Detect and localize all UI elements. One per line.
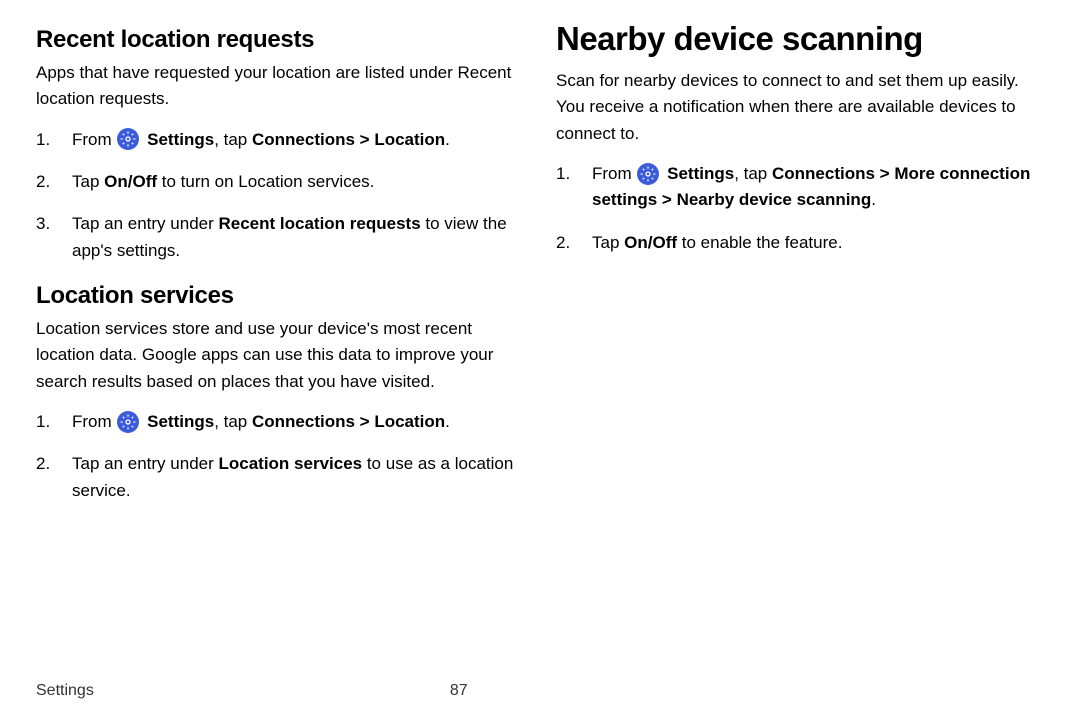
location-services-steps: From Settings, tap Connections > Locatio… <box>36 409 524 504</box>
step-text: From <box>72 130 116 149</box>
list-item: From Settings, tap Connections > Locatio… <box>36 409 524 435</box>
step-text: to turn on Location services. <box>157 172 374 191</box>
nearby-device-heading: Nearby device scanning <box>556 20 1044 58</box>
step-bold: Connections <box>772 164 875 183</box>
list-item: From Settings, tap Connections > More co… <box>556 161 1044 214</box>
list-item: Tap an entry under Recent location reque… <box>36 211 524 264</box>
step-text: , tap <box>734 164 772 183</box>
step-text: to enable the feature. <box>677 233 842 252</box>
footer-section-label: Settings <box>36 682 94 700</box>
step-bold: Connections <box>252 130 355 149</box>
settings-gear-icon <box>637 163 659 185</box>
step-text: Tap <box>72 172 104 191</box>
step-bold: Location <box>374 412 445 431</box>
nearby-device-steps: From Settings, tap Connections > More co… <box>556 161 1044 256</box>
settings-gear-icon <box>117 411 139 433</box>
step-text: , tap <box>214 130 252 149</box>
step-text: Tap an entry under <box>72 214 218 233</box>
list-item: Tap an entry under Location services to … <box>36 451 524 504</box>
step-bold: Recent location requests <box>218 214 420 233</box>
content-columns: Recent location requests Apps that have … <box>36 26 1044 522</box>
settings-gear-icon <box>117 128 139 150</box>
recent-location-heading: Recent location requests <box>36 26 524 54</box>
step-bold: Settings <box>147 412 214 431</box>
footer-page-number: 87 <box>450 682 468 700</box>
step-bold: Location <box>374 130 445 149</box>
right-column: Nearby device scanning Scan for nearby d… <box>556 26 1044 522</box>
step-bold: Nearby device scanning <box>677 190 872 209</box>
location-services-body: Location services store and use your dev… <box>36 316 524 395</box>
step-text: From <box>72 412 116 431</box>
list-item: Tap On/Off to enable the feature. <box>556 230 1044 256</box>
chevron-icon: > <box>355 412 374 431</box>
step-text: Tap <box>592 233 624 252</box>
step-bold: On/Off <box>104 172 157 191</box>
nearby-device-body: Scan for nearby devices to connect to an… <box>556 68 1044 147</box>
step-bold: Settings <box>667 164 734 183</box>
chevron-icon: > <box>657 190 676 209</box>
chevron-icon: > <box>355 130 374 149</box>
recent-location-steps: From Settings, tap Connections > Locatio… <box>36 127 524 264</box>
step-bold: On/Off <box>624 233 677 252</box>
page-footer: Settings 87 <box>36 682 1044 700</box>
step-text: . <box>445 412 450 431</box>
step-text: , tap <box>214 412 252 431</box>
location-services-heading: Location services <box>36 282 524 310</box>
step-bold: Location services <box>218 454 362 473</box>
list-item: Tap On/Off to turn on Location services. <box>36 169 524 195</box>
step-text: From <box>592 164 636 183</box>
step-bold: Connections <box>252 412 355 431</box>
list-item: From Settings, tap Connections > Locatio… <box>36 127 524 153</box>
step-text: . <box>871 190 876 209</box>
step-text: Tap an entry under <box>72 454 218 473</box>
step-text: . <box>445 130 450 149</box>
recent-location-body: Apps that have requested your location a… <box>36 60 524 113</box>
left-column: Recent location requests Apps that have … <box>36 26 524 522</box>
chevron-icon: > <box>875 164 894 183</box>
step-bold: Settings <box>147 130 214 149</box>
